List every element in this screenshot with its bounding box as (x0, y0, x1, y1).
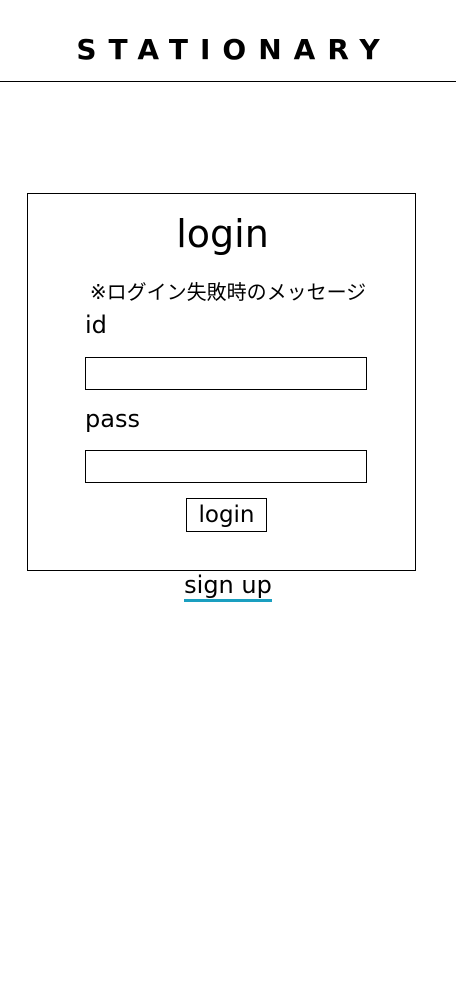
signup-link[interactable]: sign up (0, 570, 456, 602)
brand-logo: STATIONARY (76, 33, 392, 66)
pass-label: pass (85, 405, 140, 433)
login-error-message: ※ログイン失敗時のメッセージ (89, 280, 367, 304)
id-input[interactable] (85, 357, 367, 390)
login-form: login ※ログイン失敗時のメッセージ id pass login (27, 193, 416, 571)
id-label: id (85, 311, 107, 339)
signup-link-label: sign up (184, 571, 272, 602)
pass-input[interactable] (85, 450, 367, 483)
login-button[interactable]: login (186, 498, 267, 532)
login-title: login (176, 212, 269, 256)
site-header: STATIONARY (0, 0, 456, 82)
